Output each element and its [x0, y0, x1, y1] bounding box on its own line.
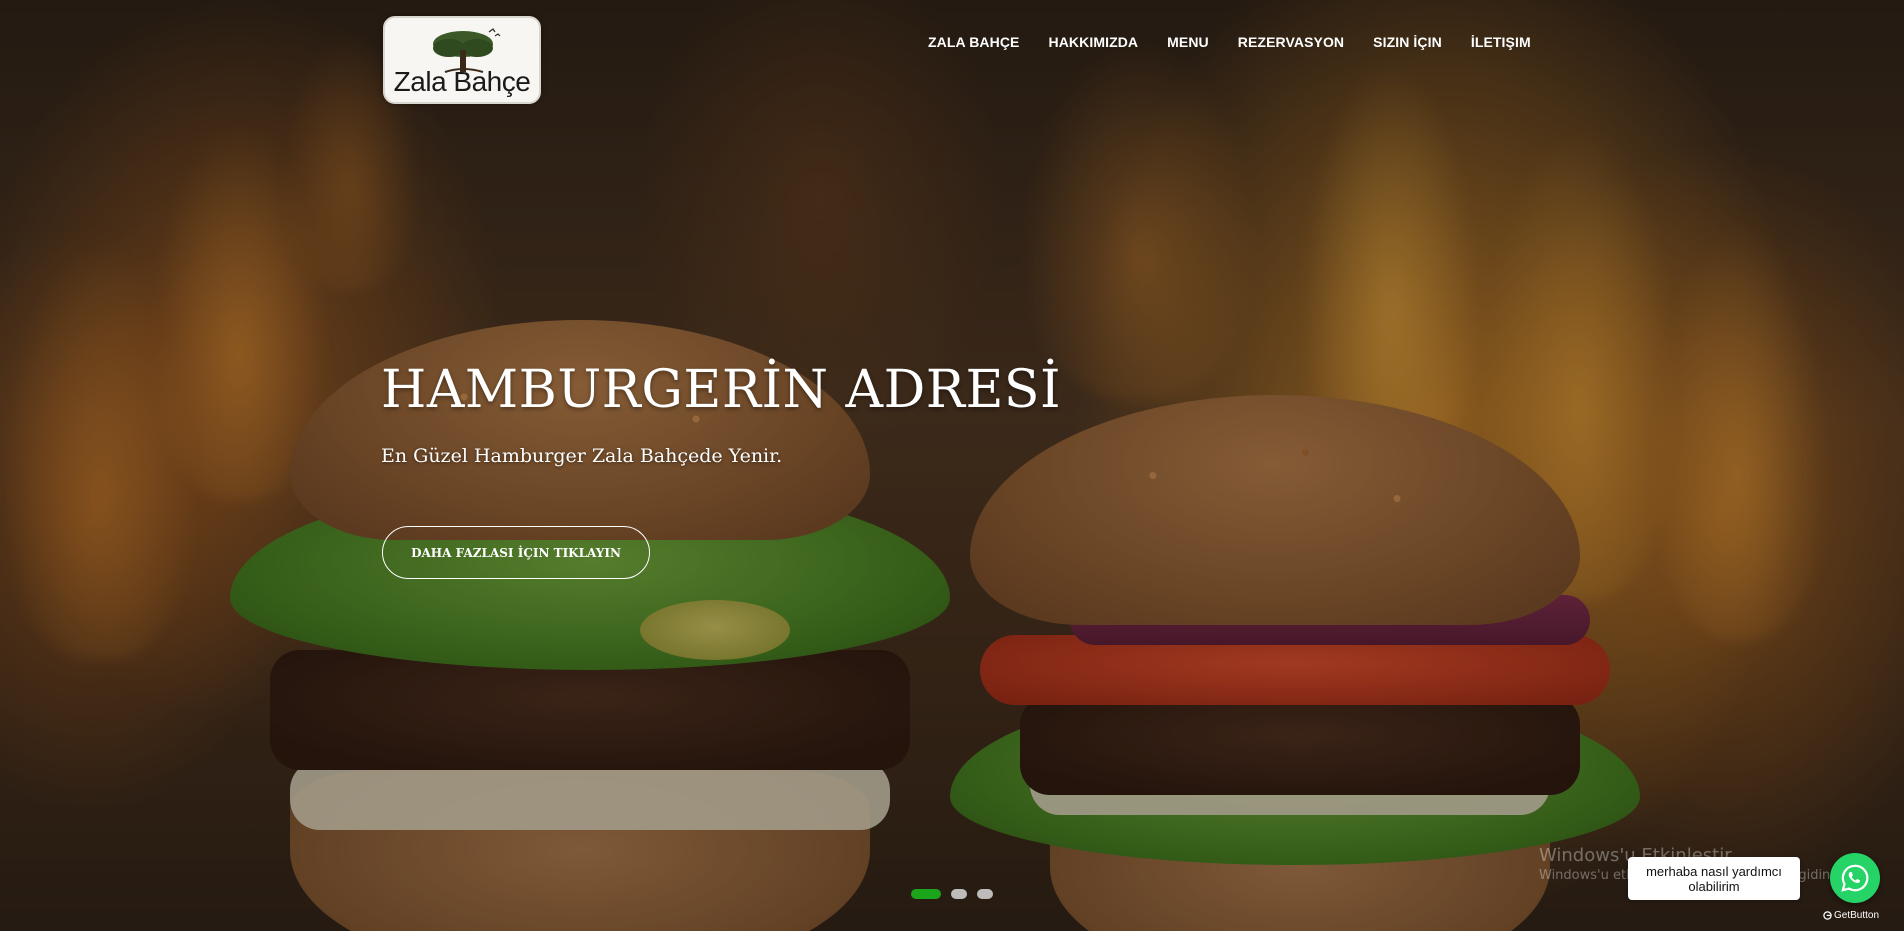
hero-overlay — [0, 0, 1904, 931]
getbutton-label: GetButton — [1834, 910, 1880, 921]
slider-dot-1[interactable] — [911, 889, 941, 899]
nav-item-iletisim[interactable]: İLETIŞIM — [1471, 34, 1531, 50]
nav-item-sizin-icin[interactable]: SIZIN İÇIN — [1373, 34, 1442, 50]
whatsapp-icon — [1841, 864, 1869, 892]
nav-item-menu[interactable]: MENU — [1167, 34, 1209, 50]
main-nav: ZALA BAHÇE HAKKIMIZDA MENU REZERVASYON S… — [928, 34, 1531, 50]
logo-text: Zala Bahçe — [393, 66, 531, 97]
whatsapp-greeting-line2: olabilirim — [1688, 879, 1740, 894]
slider-dot-3[interactable] — [977, 889, 993, 899]
getbutton-icon — [1823, 911, 1832, 920]
hero-subtitle: En Güzel Hamburger Zala Bahçede Yenir. — [381, 445, 783, 467]
whatsapp-greeting-bubble[interactable]: merhaba nasıl yardımcı olabilirim — [1628, 857, 1800, 900]
nav-item-rezervasyon[interactable]: REZERVASYON — [1238, 34, 1344, 50]
hero-slider — [0, 0, 1904, 931]
nav-item-hakkimizda[interactable]: HAKKIMIZDA — [1048, 34, 1138, 50]
hero-title: HAMBURGERİN ADRESİ — [381, 360, 1062, 420]
whatsapp-greeting-line1: merhaba nasıl yardımcı — [1646, 864, 1782, 879]
getbutton-credit[interactable]: GetButton — [1823, 910, 1879, 921]
site-logo[interactable]: Zala Bahçe — [383, 16, 541, 104]
more-info-button[interactable]: DAHA FAZLASI İÇIN TIKLAYIN — [382, 526, 650, 579]
slider-pagination — [911, 889, 1003, 899]
whatsapp-button[interactable] — [1830, 853, 1880, 903]
slider-dot-2[interactable] — [951, 889, 967, 899]
nav-item-zala-bahce[interactable]: ZALA BAHÇE — [928, 34, 1019, 50]
